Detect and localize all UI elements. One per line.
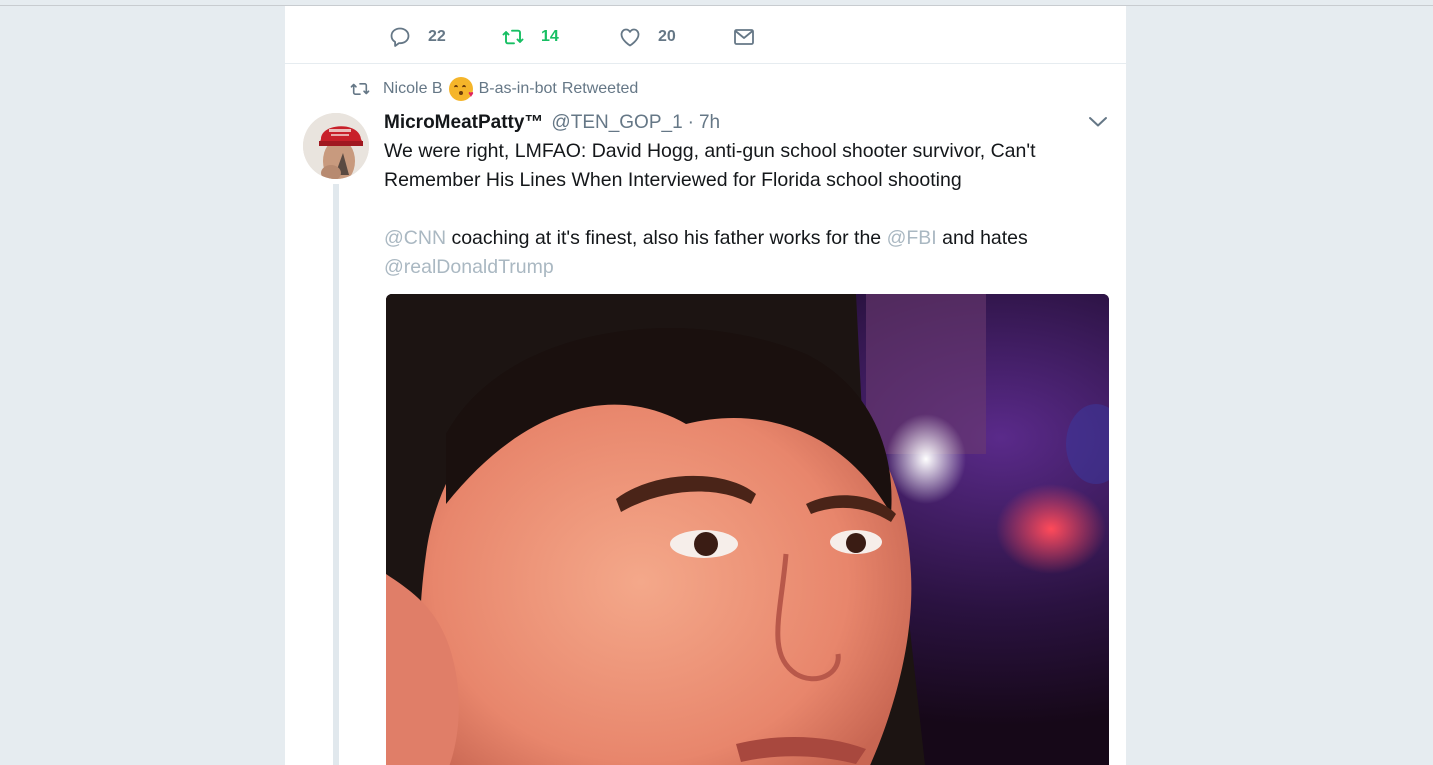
retweet-context: Nicole B ♥ B-as-in-bot Retweeted <box>349 77 639 101</box>
reply-button[interactable]: 22 <box>388 24 446 50</box>
retweeter-name-suffix[interactable]: B-as-in-bot <box>479 80 557 98</box>
reply-count: 22 <box>428 28 446 45</box>
user-handle[interactable]: @TEN_GOP_1 <box>551 112 682 134</box>
like-button[interactable]: 20 <box>618 24 676 50</box>
timestamp-separator: · <box>687 112 694 133</box>
timestamp-link[interactable]: 7h <box>699 112 720 134</box>
retweeted-label: Retweeted <box>561 80 639 97</box>
retweet-arrows-icon <box>501 25 525 49</box>
tweet-text-segment: and hates <box>936 227 1028 249</box>
heart-icon <box>618 25 642 49</box>
tweet-text-paragraph-2: @CNN coaching at it's finest, also his f… <box>384 224 1084 282</box>
speech-bubble-icon <box>388 25 412 49</box>
display-name-link[interactable]: MicroMeatPatty™ <box>384 112 543 134</box>
tweet-text-paragraph-1: We were right, LMFAO: David Hogg, anti-g… <box>384 140 1036 191</box>
kiss-face-emoji-icon: ♥ <box>448 77 474 101</box>
mention-trump-link[interactable]: @realDonaldTrump <box>384 256 554 278</box>
video-thumbnail <box>386 294 1109 765</box>
retweet-count: 14 <box>541 28 559 45</box>
tweet-text: We were right, LMFAO: David Hogg, anti-g… <box>384 137 1084 282</box>
avatar[interactable] <box>303 113 369 179</box>
retweet-arrows-icon <box>349 80 371 98</box>
chevron-down-icon <box>1087 117 1109 136</box>
retweeter-name-link[interactable]: Nicole B <box>383 80 443 98</box>
tweet-text-segment: coaching at it's finest, also his father… <box>446 227 887 249</box>
tweet-menu-button[interactable] <box>1087 112 1109 132</box>
mention-fbi-link[interactable]: @FBI <box>887 227 937 249</box>
mention-cnn-link[interactable]: @CNN <box>384 227 446 249</box>
retweet-button[interactable]: 14 <box>501 24 559 50</box>
previous-tweet-action-bar: 22 14 20 <box>285 6 1126 64</box>
like-count: 20 <box>658 28 676 45</box>
envelope-icon <box>732 25 756 49</box>
tweet-header: MicroMeatPatty™ @TEN_GOP_1 · 7h <box>384 110 720 136</box>
direct-message-button[interactable] <box>732 24 756 50</box>
thread-line <box>333 184 339 765</box>
tweet-media-video[interactable] <box>386 294 1109 765</box>
timeline-column: 22 14 20 Nicole B ♥ B-as-in-bot Retweete… <box>285 6 1126 765</box>
